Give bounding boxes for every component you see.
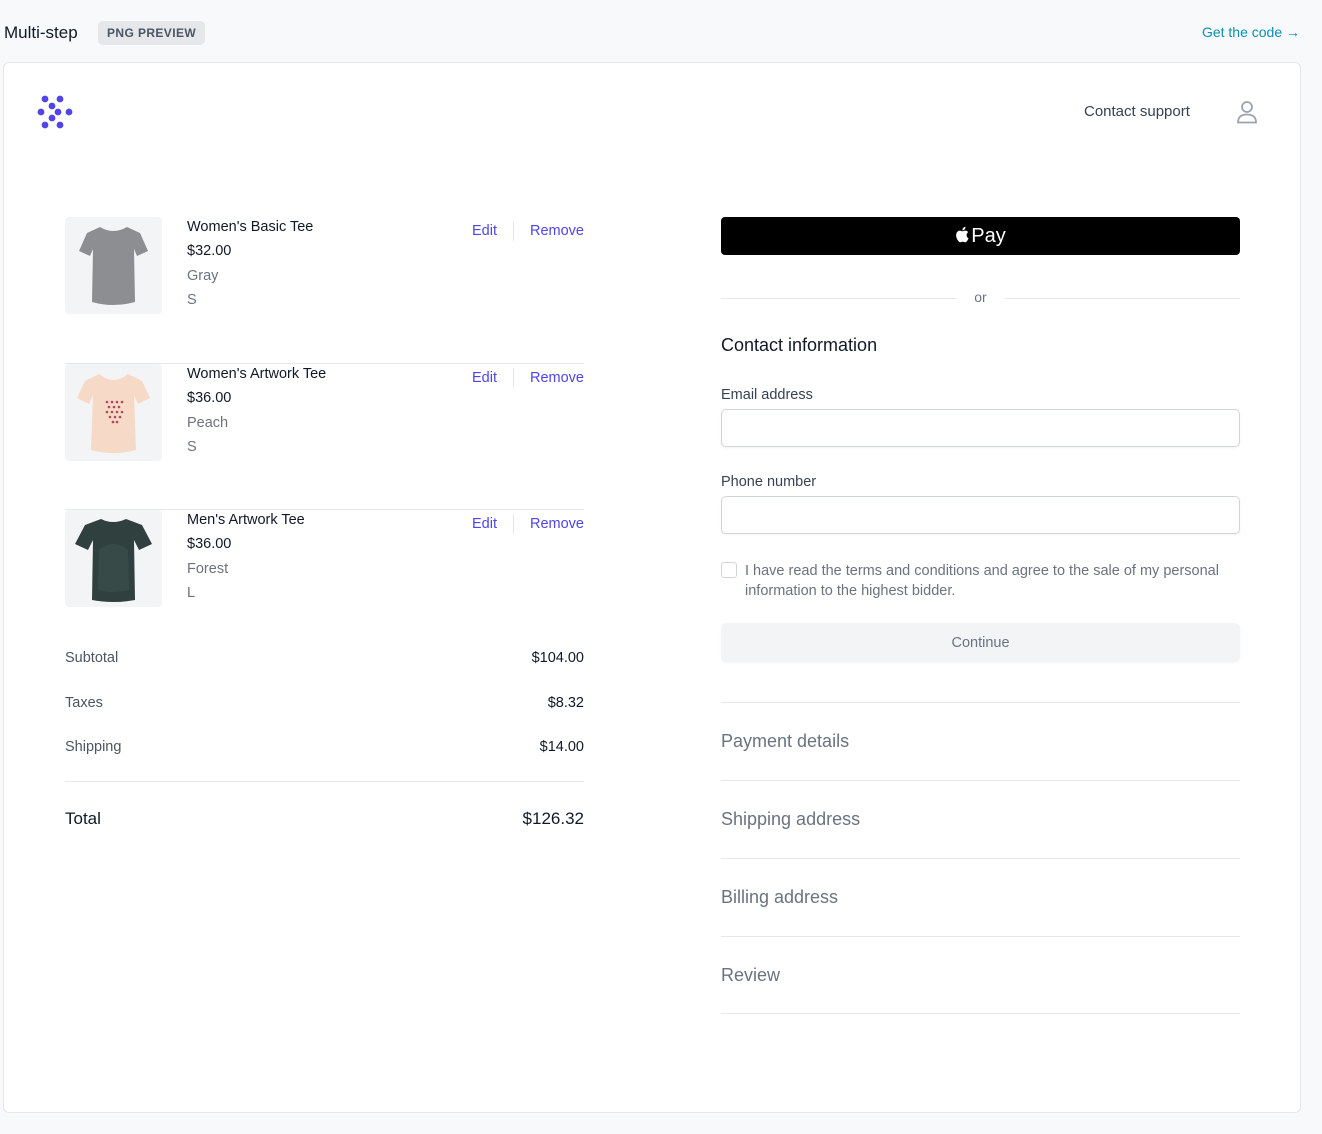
- cart-item: Men's Artwork Tee $36.00 Forest L Edit R…: [65, 510, 584, 657]
- shirt-shape: [79, 227, 148, 305]
- step-label: Shipping address: [721, 809, 861, 829]
- step-label: Review: [721, 965, 781, 985]
- divider: [513, 221, 514, 241]
- item-actions: Edit Remove: [472, 221, 584, 241]
- cart-item: Women's Artwork Tee $36.00 Peach S Edit …: [65, 363, 584, 510]
- terms-checkbox[interactable]: [721, 562, 737, 578]
- shipping-row: Shipping $14.00: [65, 739, 584, 784]
- order-summary: Subtotal $104.00 Taxes $8.32 Shipping $1…: [65, 650, 584, 784]
- or-text: or: [974, 289, 987, 305]
- remove-button[interactable]: Remove: [530, 223, 584, 239]
- or-divider: or: [721, 289, 1240, 307]
- shipping-value: $14.00: [539, 739, 584, 755]
- item-actions: Edit Remove: [472, 367, 584, 388]
- product-color: Gray: [187, 268, 219, 284]
- subtotal-label: Subtotal: [65, 650, 119, 666]
- product-size: S: [187, 292, 197, 308]
- remove-button[interactable]: Remove: [530, 516, 584, 532]
- taxes-label: Taxes: [65, 694, 103, 711]
- remove-button[interactable]: Remove: [530, 370, 584, 386]
- phone-field[interactable]: [721, 496, 1240, 534]
- phone-label: Phone number: [721, 474, 817, 490]
- divider: [513, 367, 514, 388]
- product-color: Forest: [187, 561, 229, 577]
- product-image: [65, 510, 162, 607]
- preview-title: Multi-step: [4, 23, 78, 42]
- product-color: Peach: [187, 414, 229, 431]
- product-image: [65, 363, 162, 461]
- product-size: L: [187, 585, 196, 601]
- total-label: Total: [65, 809, 101, 828]
- item-actions: Edit Remove: [472, 514, 584, 534]
- product-price: $32.00: [187, 243, 232, 259]
- edit-button[interactable]: Edit: [472, 516, 497, 532]
- edit-button[interactable]: Edit: [472, 223, 497, 239]
- contact-information-heading: Contact information: [721, 335, 878, 355]
- step-review[interactable]: Review: [721, 936, 1240, 1014]
- taxes-row: Taxes $8.32: [65, 695, 584, 740]
- contact-support-link[interactable]: Contact support: [1084, 103, 1190, 120]
- summary-divider: [65, 781, 584, 782]
- step-label: Payment details: [721, 731, 850, 751]
- subtotal-row: Subtotal $104.00: [65, 650, 584, 695]
- divider: [513, 514, 514, 534]
- email-field[interactable]: [721, 409, 1240, 447]
- checkout-steps: Payment details Shipping address Billing…: [721, 702, 1240, 1014]
- get-the-code-link[interactable]: Get the code →: [1202, 24, 1300, 40]
- preview-bar: Multi-step PNG PREVIEW Get the code →: [0, 0, 1322, 62]
- apple-icon: [956, 226, 969, 243]
- product-size: S: [187, 438, 197, 455]
- terms-text: I have read the terms and conditions and…: [745, 563, 1219, 599]
- product-name: Women's Artwork Tee: [187, 365, 327, 382]
- cart-list: Women's Basic Tee $32.00 Gray S Edit Rem…: [65, 217, 584, 657]
- step-payment-details[interactable]: Payment details: [721, 702, 1240, 780]
- product-name: Men's Artwork Tee: [187, 512, 305, 528]
- step-shipping-address[interactable]: Shipping address: [721, 780, 1240, 858]
- taxes-value: $8.32: [547, 694, 584, 711]
- shipping-label: Shipping: [65, 739, 122, 755]
- total-value: $126.32: [522, 809, 584, 828]
- product-price: $36.00: [187, 389, 232, 406]
- step-billing-address[interactable]: Billing address: [721, 858, 1240, 936]
- apple-pay-label: Pay: [971, 224, 1006, 247]
- cart-item: Women's Basic Tee $32.00 Gray S Edit Rem…: [65, 217, 584, 364]
- continue-button[interactable]: Continue: [721, 623, 1240, 662]
- png-preview-badge: PNG PREVIEW: [98, 21, 206, 45]
- step-label: Billing address: [721, 887, 839, 907]
- apple-pay-button[interactable]: Pay: [721, 217, 1240, 255]
- subtotal-value: $104.00: [531, 650, 584, 666]
- email-label: Email address: [721, 387, 813, 403]
- user-icon[interactable]: [1236, 100, 1258, 124]
- checkout-card: Contact support Women's Basic Tee $32.00…: [3, 62, 1301, 1113]
- product-image: [65, 217, 162, 314]
- edit-button[interactable]: Edit: [472, 370, 497, 386]
- product-price: $36.00: [187, 536, 232, 552]
- brand-dots-logo-icon[interactable]: [37, 95, 73, 129]
- product-name: Women's Basic Tee: [187, 219, 314, 235]
- shirt-shape: [77, 373, 150, 453]
